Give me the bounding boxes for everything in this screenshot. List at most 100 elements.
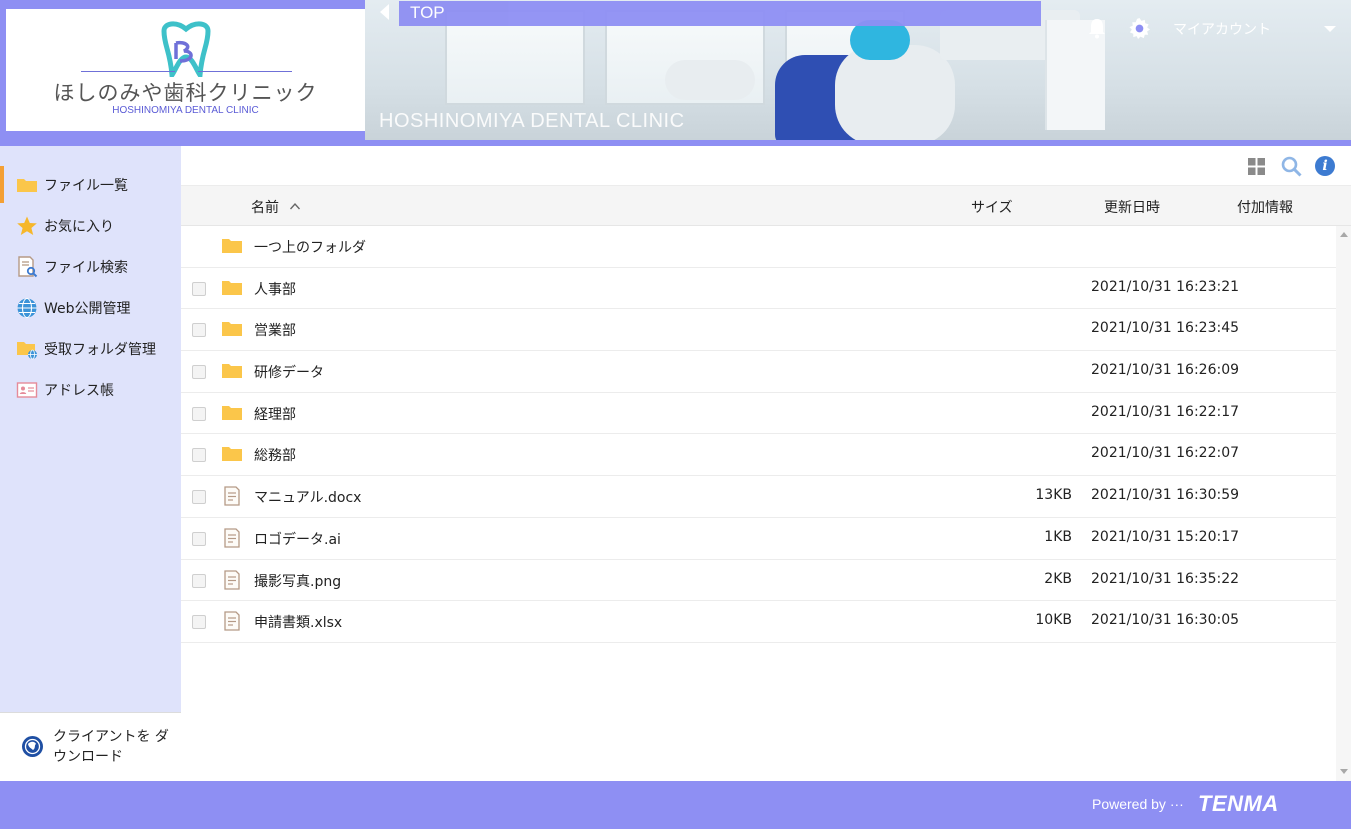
sort-ascending-icon[interactable] <box>290 201 300 211</box>
file-date: 2021/10/31 15:20:17 <box>1091 528 1240 545</box>
clinic-name: ほしのみや歯科クリニック <box>53 81 318 105</box>
breadcrumb-top[interactable]: TOP <box>410 3 445 23</box>
row-checkbox[interactable] <box>192 531 206 546</box>
file-size: 13KB <box>1035 487 1072 504</box>
parent-folder-row[interactable]: 一つ上のフォルダ <box>181 226 1336 268</box>
document-icon <box>224 528 240 548</box>
sidebar: ファイル一覧 お気に入り ファイル検索 Web公開管理 受取フォルダ管理 アドレ… <box>0 146 181 781</box>
tooth-logo-icon <box>161 21 211 77</box>
folder-icon <box>222 280 242 295</box>
file-name[interactable]: 営業部 <box>254 320 296 340</box>
folder-icon <box>222 364 242 379</box>
star-icon <box>17 216 37 235</box>
gear-icon[interactable] <box>1128 17 1151 40</box>
file-name[interactable]: 経理部 <box>254 404 296 424</box>
banner-headrest <box>850 20 910 60</box>
file-name[interactable]: ロゴデータ.ai <box>254 529 341 549</box>
sidebar-item-label: アドレス帳 <box>44 382 114 399</box>
account-menu-label[interactable]: マイアカウント <box>1173 19 1271 39</box>
row-checkbox[interactable] <box>192 615 206 630</box>
address-book-icon <box>16 381 38 398</box>
clinic-subtitle: HOSHINOMIYA DENTAL CLINIC <box>112 105 259 116</box>
file-size: 10KB <box>1035 612 1072 629</box>
folder-icon <box>222 405 242 420</box>
file-date: 2021/10/31 16:30:05 <box>1091 612 1240 629</box>
file-date: 2021/10/31 16:22:17 <box>1091 403 1240 420</box>
file-name[interactable]: 撮影写真.png <box>254 571 341 591</box>
table-row[interactable]: マニュアル.docx 13KB 2021/10/31 16:30:59 <box>181 476 1336 518</box>
table-row[interactable]: 撮影写真.png 2KB 2021/10/31 16:35:22 <box>181 560 1336 602</box>
sidebar-item-file-list[interactable]: ファイル一覧 <box>0 164 181 205</box>
file-date: 2021/10/31 16:23:21 <box>1091 278 1240 295</box>
download-globe-icon <box>22 736 43 757</box>
table-row[interactable]: 人事部 2021/10/31 16:23:21 <box>181 268 1336 310</box>
file-name[interactable]: 研修データ <box>254 362 324 382</box>
info-icon[interactable]: i <box>1315 156 1335 176</box>
sidebar-item-address-book[interactable]: アドレス帳 <box>0 369 181 410</box>
file-name[interactable]: マニュアル.docx <box>254 487 361 507</box>
file-size: 2KB <box>1044 570 1072 587</box>
folder-icon <box>222 447 242 462</box>
row-checkbox[interactable] <box>192 448 206 463</box>
column-header-size[interactable]: サイズ <box>971 197 1013 217</box>
app-header: ほしのみや歯科クリニック HOSHINOMIYA DENTAL CLINIC H… <box>0 0 1351 146</box>
row-checkbox[interactable] <box>192 281 206 296</box>
toolbar: i <box>181 146 1351 186</box>
sidebar-item-label: ファイル検索 <box>44 259 128 276</box>
document-icon <box>224 611 240 631</box>
table-row[interactable]: 営業部 2021/10/31 16:23:45 <box>181 309 1336 352</box>
sidebar-item-file-search[interactable]: ファイル検索 <box>0 246 181 287</box>
file-date: 2021/10/31 16:23:45 <box>1091 320 1240 337</box>
file-date: 2021/10/31 16:30:59 <box>1091 487 1240 504</box>
banner-caption: HOSHINOMIYA DENTAL CLINIC <box>379 110 685 132</box>
column-header-date[interactable]: 更新日時 <box>1104 197 1160 217</box>
file-name[interactable]: 人事部 <box>254 279 296 299</box>
column-header-info[interactable]: 付加情報 <box>1237 197 1293 217</box>
sidebar-item-receive-folder[interactable]: 受取フォルダ管理 <box>0 328 181 369</box>
grid-view-icon[interactable] <box>1248 158 1265 175</box>
back-arrow-icon[interactable] <box>380 4 389 20</box>
table-row[interactable]: 総務部 2021/10/31 16:22:07 <box>181 434 1336 477</box>
file-name[interactable]: 申請書類.xlsx <box>254 612 342 632</box>
table-header: 名前 サイズ 更新日時 付加情報 <box>181 186 1351 226</box>
file-list-panel: i 名前 サイズ 更新日時 付加情報 一つ上のフォルダ 人事部 2021/10/… <box>181 146 1351 781</box>
scroll-down-arrow-icon[interactable] <box>1340 769 1348 774</box>
file-search-icon <box>18 255 38 277</box>
table-row[interactable]: 経理部 2021/10/31 16:22:17 <box>181 393 1336 435</box>
table-row[interactable]: 申請書類.xlsx 10KB 2021/10/31 16:30:05 <box>181 601 1336 643</box>
logo-divider-left <box>81 71 175 72</box>
file-date: 2021/10/31 16:26:09 <box>1091 362 1240 379</box>
tenma-logo[interactable]: TENMA <box>1198 791 1279 817</box>
row-checkbox[interactable] <box>192 406 206 421</box>
search-icon[interactable] <box>1281 156 1302 177</box>
receive-folder-icon <box>17 341 37 359</box>
chevron-down-icon[interactable] <box>1324 26 1336 32</box>
sidebar-item-label: 受取フォルダ管理 <box>44 341 156 358</box>
file-list: 一つ上のフォルダ 人事部 2021/10/31 16:23:21 営業部 202… <box>181 226 1336 643</box>
globe-icon <box>17 297 37 318</box>
file-name[interactable]: 総務部 <box>254 445 296 465</box>
document-icon <box>224 486 240 506</box>
banner-sink <box>665 60 755 100</box>
sidebar-item-label: お気に入り <box>44 218 114 235</box>
scroll-up-arrow-icon[interactable] <box>1340 232 1348 237</box>
sidebar-item-favorites[interactable]: お気に入り <box>0 205 181 246</box>
breadcrumb[interactable]: TOP <box>399 1 1041 26</box>
bell-icon[interactable] <box>1087 17 1107 39</box>
row-checkbox[interactable] <box>192 365 206 380</box>
table-row[interactable]: ロゴデータ.ai 1KB 2021/10/31 15:20:17 <box>181 518 1336 560</box>
file-name[interactable]: 一つ上のフォルダ <box>254 237 366 257</box>
column-header-name[interactable]: 名前 <box>251 197 279 217</box>
powered-by-label: Powered by ··· <box>1092 796 1184 812</box>
row-checkbox[interactable] <box>192 490 206 505</box>
vertical-scrollbar[interactable] <box>1336 226 1351 781</box>
sidebar-nav: ファイル一覧 お気に入り ファイル検索 Web公開管理 受取フォルダ管理 アドレ… <box>0 164 181 410</box>
app-footer: Powered by ··· TENMA <box>0 781 1351 829</box>
sidebar-item-web-publish[interactable]: Web公開管理 <box>0 287 181 328</box>
row-checkbox[interactable] <box>192 573 206 588</box>
table-row[interactable]: 研修データ 2021/10/31 16:26:09 <box>181 351 1336 393</box>
download-client-button[interactable]: クライアントを ダウンロード <box>0 712 181 781</box>
sidebar-item-label: ファイル一覧 <box>44 177 128 194</box>
row-checkbox[interactable] <box>192 323 206 338</box>
clinic-logo[interactable]: ほしのみや歯科クリニック HOSHINOMIYA DENTAL CLINIC <box>6 9 365 131</box>
